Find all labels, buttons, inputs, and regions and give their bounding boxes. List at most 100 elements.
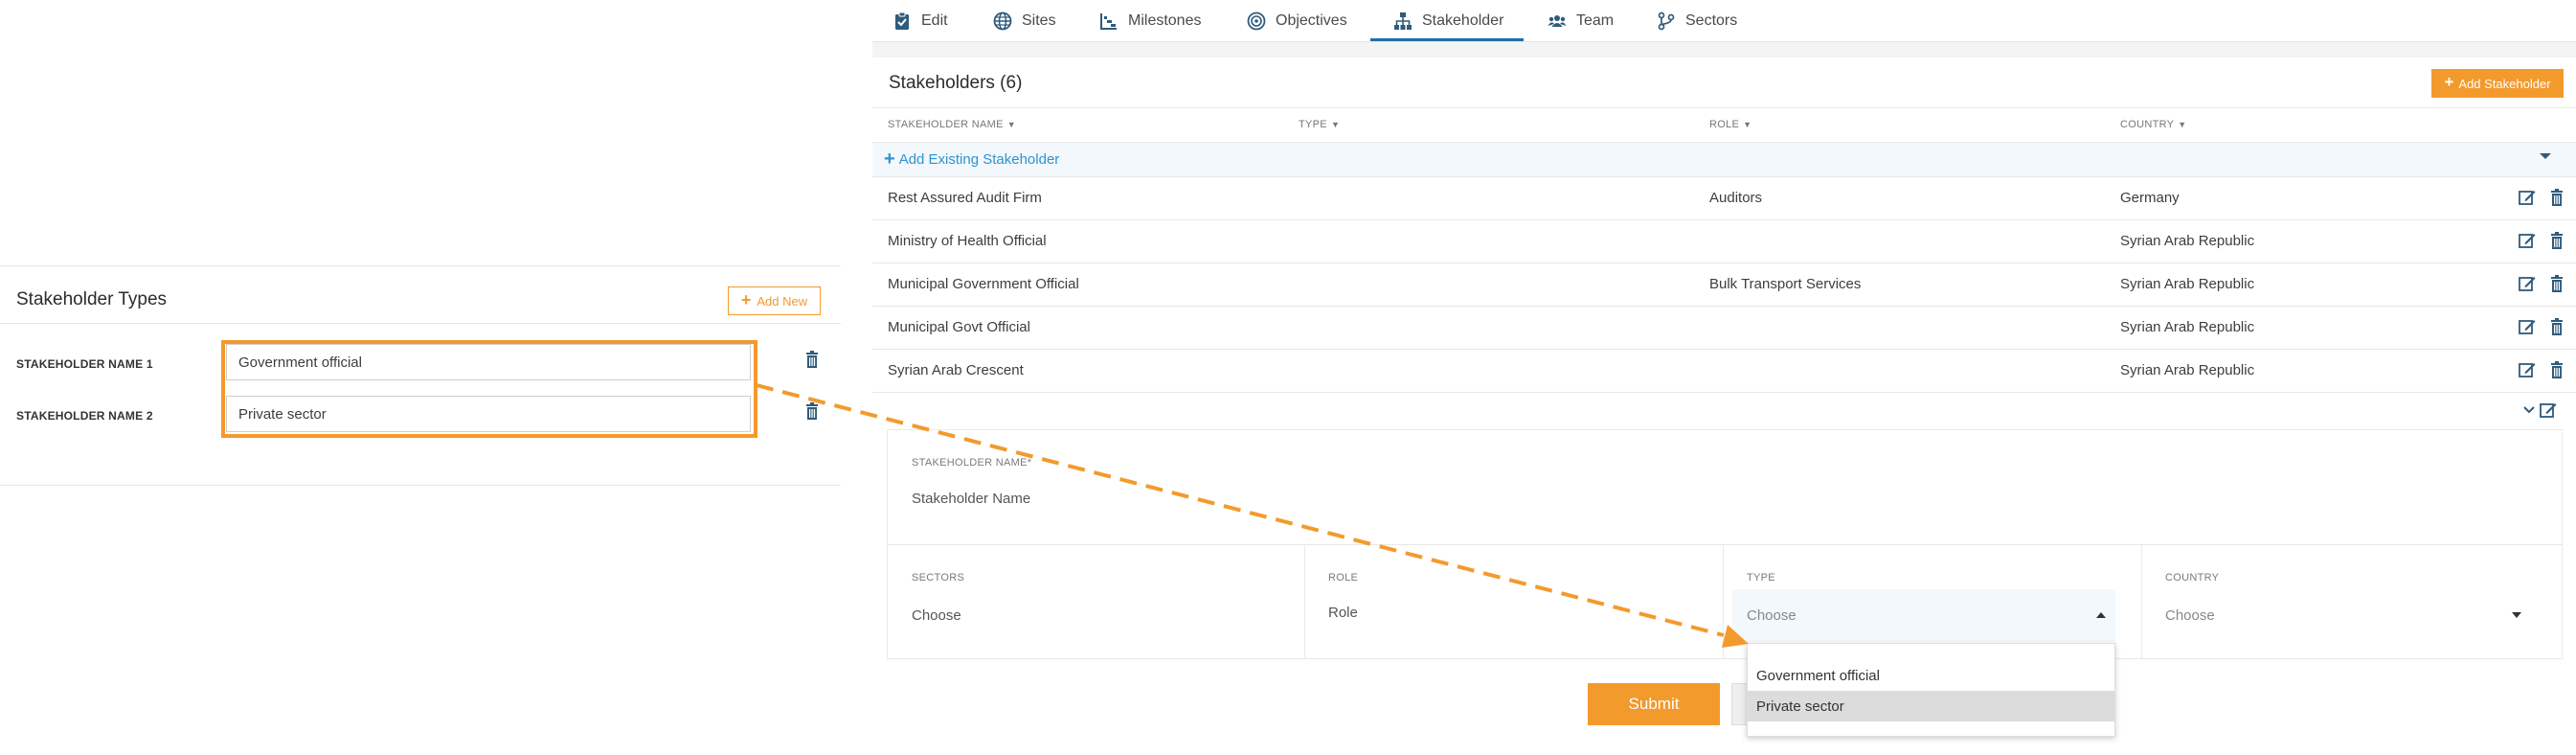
users-icon — [1548, 11, 1567, 31]
plus-icon: + — [884, 149, 895, 170]
stakeholder-name-1-label: STAKEHOLDER NAME 1 — [16, 357, 153, 371]
type-dropdown-menu: Government official Private sector — [1747, 643, 2115, 737]
tab-bar-strip — [872, 42, 2576, 57]
tab-sectors[interactable]: Sectors — [1657, 0, 1737, 42]
stakeholder-country: Syrian Arab Republic — [2120, 233, 2255, 249]
header-label: TYPE — [1299, 119, 1327, 130]
panel-title: Stakeholder Types — [16, 289, 168, 309]
chevron-down-icon[interactable] — [2522, 405, 2536, 415]
plus-icon: + — [740, 290, 752, 309]
add-existing-label: Add Existing Stakeholder — [898, 150, 1060, 168]
column-header-country[interactable]: COUNTRY ▼ — [2120, 119, 2187, 130]
tab-edit[interactable]: Edit — [893, 0, 948, 42]
edit-icon[interactable] — [2519, 318, 2536, 335]
caret-down-icon[interactable] — [2511, 611, 2522, 619]
branch-icon — [1657, 11, 1676, 31]
divider — [872, 306, 2576, 307]
sort-caret-icon: ▼ — [1330, 120, 1341, 129]
tab-objectives[interactable]: Objectives — [1247, 0, 1347, 42]
role-input[interactable]: Role — [1328, 605, 1358, 621]
edit-icon[interactable] — [2519, 189, 2536, 206]
tab-stakeholder[interactable]: Stakeholder — [1393, 0, 1503, 42]
divider — [872, 107, 2576, 108]
dropdown-option[interactable]: Government official — [1748, 660, 2114, 691]
type-select[interactable]: Choose — [1747, 607, 1796, 624]
divider — [872, 349, 2576, 350]
stakeholder-name: Rest Assured Audit Firm — [888, 190, 1042, 206]
header-label: ROLE — [1709, 119, 1740, 130]
column-header-type[interactable]: TYPE ▼ — [1299, 119, 1340, 130]
stakeholder-country: Syrian Arab Republic — [2120, 362, 2255, 378]
trash-icon[interactable] — [2550, 361, 2564, 378]
stakeholder-name-2-label: STAKEHOLDER NAME 2 — [16, 409, 153, 423]
role-label: ROLE — [1328, 572, 1359, 583]
stakeholder-name-label: STAKEHOLDER NAME* — [912, 457, 1032, 469]
globe-icon — [993, 11, 1012, 31]
caret-up-icon[interactable] — [2095, 611, 2107, 619]
tab-label: Sites — [1022, 12, 1056, 29]
add-new-label: Add New — [757, 293, 808, 309]
divider — [872, 219, 2576, 220]
stakeholders-title: Stakeholders (6) — [889, 73, 1023, 93]
role-field — [1305, 544, 1724, 659]
trash-icon[interactable] — [2550, 318, 2564, 335]
header-label: STAKEHOLDER NAME — [888, 119, 1004, 130]
divider — [0, 323, 841, 324]
stakeholder-role: Bulk Transport Services — [1709, 276, 1862, 292]
clipboard-icon — [893, 11, 912, 31]
stakeholder-country: Syrian Arab Republic — [2120, 319, 2255, 335]
type-label: TYPE — [1747, 572, 1775, 583]
column-header-role[interactable]: ROLE ▼ — [1709, 119, 1751, 130]
tab-label: Milestones — [1128, 12, 1202, 29]
org-chart-icon — [1393, 11, 1412, 31]
trash-icon[interactable] — [2550, 189, 2564, 206]
add-new-button[interactable]: + Add New — [728, 286, 821, 315]
stakeholder-name: Syrian Arab Crescent — [888, 362, 1024, 378]
edit-icon[interactable] — [2519, 361, 2536, 378]
divider — [0, 265, 841, 266]
stakeholder-name: Municipal Government Official — [888, 276, 1079, 292]
dropdown-option-selected[interactable]: Private sector — [1748, 691, 2114, 721]
country-label: COUNTRY — [2165, 572, 2220, 583]
stakeholder-name: Ministry of Health Official — [888, 233, 1047, 249]
trash-icon[interactable] — [2550, 232, 2564, 249]
caret-down-icon[interactable] — [2539, 151, 2552, 161]
sectors-field — [887, 544, 1305, 659]
edit-icon[interactable] — [2519, 275, 2536, 292]
tab-label: Objectives — [1276, 12, 1347, 29]
stakeholder-country: Germany — [2120, 190, 2180, 206]
target-icon — [1247, 11, 1266, 31]
trash-icon[interactable] — [805, 402, 819, 420]
add-existing-row — [872, 143, 2576, 176]
tab-label: Stakeholder — [1422, 12, 1504, 29]
add-existing-stakeholder-link[interactable]: + Add Existing Stakeholder — [884, 149, 1059, 169]
column-header-name[interactable]: STAKEHOLDER NAME ▼ — [888, 119, 1016, 130]
trash-icon[interactable] — [2550, 275, 2564, 292]
sectors-select[interactable]: Choose — [912, 607, 961, 624]
edit-icon[interactable] — [2519, 232, 2536, 249]
sort-caret-icon: ▼ — [1743, 120, 1752, 129]
divider — [872, 176, 2576, 177]
plus-icon: + — [2444, 73, 2454, 91]
country-select[interactable]: Choose — [2165, 607, 2215, 624]
stakeholder-country: Syrian Arab Republic — [2120, 276, 2255, 292]
add-stakeholder-button[interactable]: + Add Stakeholder — [2431, 69, 2564, 98]
submit-button[interactable]: Submit — [1588, 683, 1720, 725]
divider — [872, 392, 2576, 393]
tab-milestones[interactable]: Milestones — [1099, 0, 1201, 42]
tab-team[interactable]: Team — [1548, 0, 1614, 42]
edit-icon[interactable] — [2540, 401, 2557, 419]
tab-label: Edit — [921, 12, 948, 29]
highlight-box — [221, 340, 757, 438]
active-tab-indicator — [1370, 38, 1524, 41]
divider — [0, 485, 841, 486]
add-stakeholder-label: Add Stakeholder — [2458, 76, 2551, 91]
trash-icon[interactable] — [805, 351, 819, 368]
stakeholder-types-panel: Stakeholder Types + Add New STAKEHOLDER … — [0, 0, 843, 755]
tab-label: Team — [1576, 12, 1615, 29]
sort-caret-icon: ▼ — [1006, 120, 1016, 129]
header-label: COUNTRY — [2120, 119, 2175, 130]
tab-sites[interactable]: Sites — [993, 0, 1056, 42]
stakeholder-name-input[interactable]: Stakeholder Name — [912, 491, 2530, 512]
sectors-label: SECTORS — [912, 572, 965, 583]
